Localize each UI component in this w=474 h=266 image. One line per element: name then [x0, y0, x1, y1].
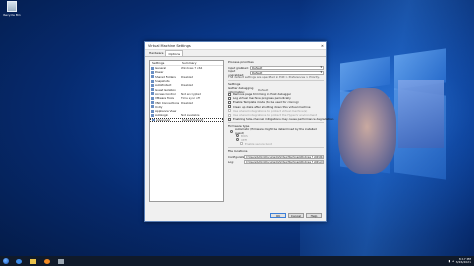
general-icon: [151, 66, 154, 70]
recycle-bin-desktop-icon[interactable]: Recycle Bin: [2, 1, 22, 17]
power-icon: [151, 70, 154, 74]
checkbox-label: Enabling Side-channel mitigations may ca…: [233, 117, 334, 122]
settings-row-summary: Disabled: [181, 74, 194, 79]
log-path-field[interactable]: C:\Users\Admin\Documents\Virtual Machine…: [244, 160, 324, 165]
settings-row-summary: Disabled: [181, 100, 194, 105]
config-path-field[interactable]: C:\Users\Admin\Documents\Virtual Machine…: [244, 154, 324, 159]
checkbox-box: [228, 109, 231, 113]
dialog-titlebar: Virtual Machine Settings ✕: [145, 42, 326, 50]
checkbox-box: [228, 92, 231, 96]
settings-column-header: Settings: [152, 61, 165, 65]
vmware-tools-icon: [151, 96, 154, 100]
checkbox-box: [228, 100, 231, 104]
dialog-title: Virtual Machine Settings: [148, 43, 191, 48]
input-grabbed-select[interactable]: Default: [250, 65, 324, 70]
taskbar-vmware[interactable]: [55, 257, 67, 265]
firmware-auto-label: Automatic (firmware might be determined …: [235, 127, 317, 136]
checkbox-box: [228, 117, 231, 121]
autologin-icon: [151, 113, 154, 117]
recycle-bin-label: Recycle Bin: [3, 13, 21, 17]
file-locations-heading: File locations: [228, 149, 248, 154]
settings-row-summary: Windows 7 x64: [181, 66, 203, 71]
settings-checkbox[interactable]: Enabling Side-channel mitigations may ca…: [228, 117, 333, 121]
snapshots-icon: [151, 79, 154, 83]
unity-icon: [151, 105, 154, 109]
vnc-icon: [151, 101, 154, 105]
settings-row-summary: Disabled: [181, 83, 194, 88]
ok-button[interactable]: OK: [270, 213, 286, 218]
start-button[interactable]: [0, 256, 11, 266]
checkbox-box: [228, 113, 231, 117]
dialog-tabs: Hardware Options: [145, 50, 326, 57]
settings-row[interactable]: Autologin Not available: [150, 113, 223, 117]
vmware-icon: [58, 258, 64, 264]
media-player-icon: [44, 258, 50, 264]
process-priorities-heading: Process priorities: [228, 60, 254, 64]
close-icon[interactable]: ✕: [319, 44, 326, 48]
settings-row-name: Autologin: [155, 113, 169, 118]
shared-folders-icon: [151, 75, 154, 79]
checkbox-box: [228, 96, 231, 100]
network-icon[interactable]: ▮: [448, 259, 450, 263]
summary-column-header: Summary: [182, 61, 197, 65]
cancel-button[interactable]: Cancel: [288, 213, 304, 218]
settings-row-name: Advanced: [156, 117, 170, 122]
clock[interactable]: 8:17 PM 3/26/2021: [455, 257, 471, 265]
recycle-bin-icon: [7, 1, 17, 12]
autoprotect-icon: [151, 83, 154, 87]
advanced-icon: [152, 118, 155, 121]
settings-list: Settings Summary General Windows 7 x64 Pow…: [149, 60, 224, 202]
clock-date: 3/26/2021: [455, 260, 471, 264]
checkbox-box: [228, 105, 231, 109]
gather-debug-value[interactable]: Default: [258, 88, 268, 92]
settings-row-summary: Not available: [181, 113, 200, 118]
help-button[interactable]: Help: [306, 213, 322, 218]
internet-explorer-icon: [16, 258, 22, 264]
config-label: Configuration:: [228, 154, 248, 159]
tab-options[interactable]: Options: [165, 50, 184, 56]
dialog-footer: OK Cancel Help: [145, 213, 326, 218]
input-ungrabbed-select[interactable]: Default: [250, 70, 324, 75]
settings-row[interactable]: Advanced Default/Default: [150, 117, 223, 122]
taskbar-explorer[interactable]: [27, 257, 39, 265]
guest-isolation-icon: [151, 88, 154, 92]
appliance-view-icon: [151, 109, 154, 113]
tab-hardware[interactable]: Hardware: [147, 50, 165, 56]
advanced-settings-panel: Process priorities Input grabbed: Defaul…: [228, 60, 333, 202]
folder-icon: [30, 258, 36, 264]
taskbar-media[interactable]: [41, 257, 53, 265]
volume-icon[interactable]: ◂: [452, 259, 454, 263]
settings-row-summary: Default/Default: [182, 117, 204, 122]
secure-boot-label: Enable secure boot: [245, 141, 272, 146]
system-tray: ▮ ◂ 8:17 PM 3/26/2021: [448, 257, 474, 265]
taskbar: ▮ ◂ 8:17 PM 3/26/2021: [0, 256, 474, 266]
access-control-icon: [151, 92, 154, 96]
windows-orb-icon: [2, 258, 9, 264]
taskbar-ie[interactable]: [13, 257, 25, 265]
priority-note: The default settings are specified in Ed…: [228, 75, 320, 79]
secure-boot-checkbox[interactable]: Enable secure boot: [228, 142, 324, 146]
log-label: Log:: [228, 160, 234, 165]
wallpaper-face-image: [338, 88, 396, 174]
vm-settings-dialog: Virtual Machine Settings ✕ Hardware Opti…: [144, 41, 333, 222]
wallpaper-photo-panel: [398, 80, 444, 148]
